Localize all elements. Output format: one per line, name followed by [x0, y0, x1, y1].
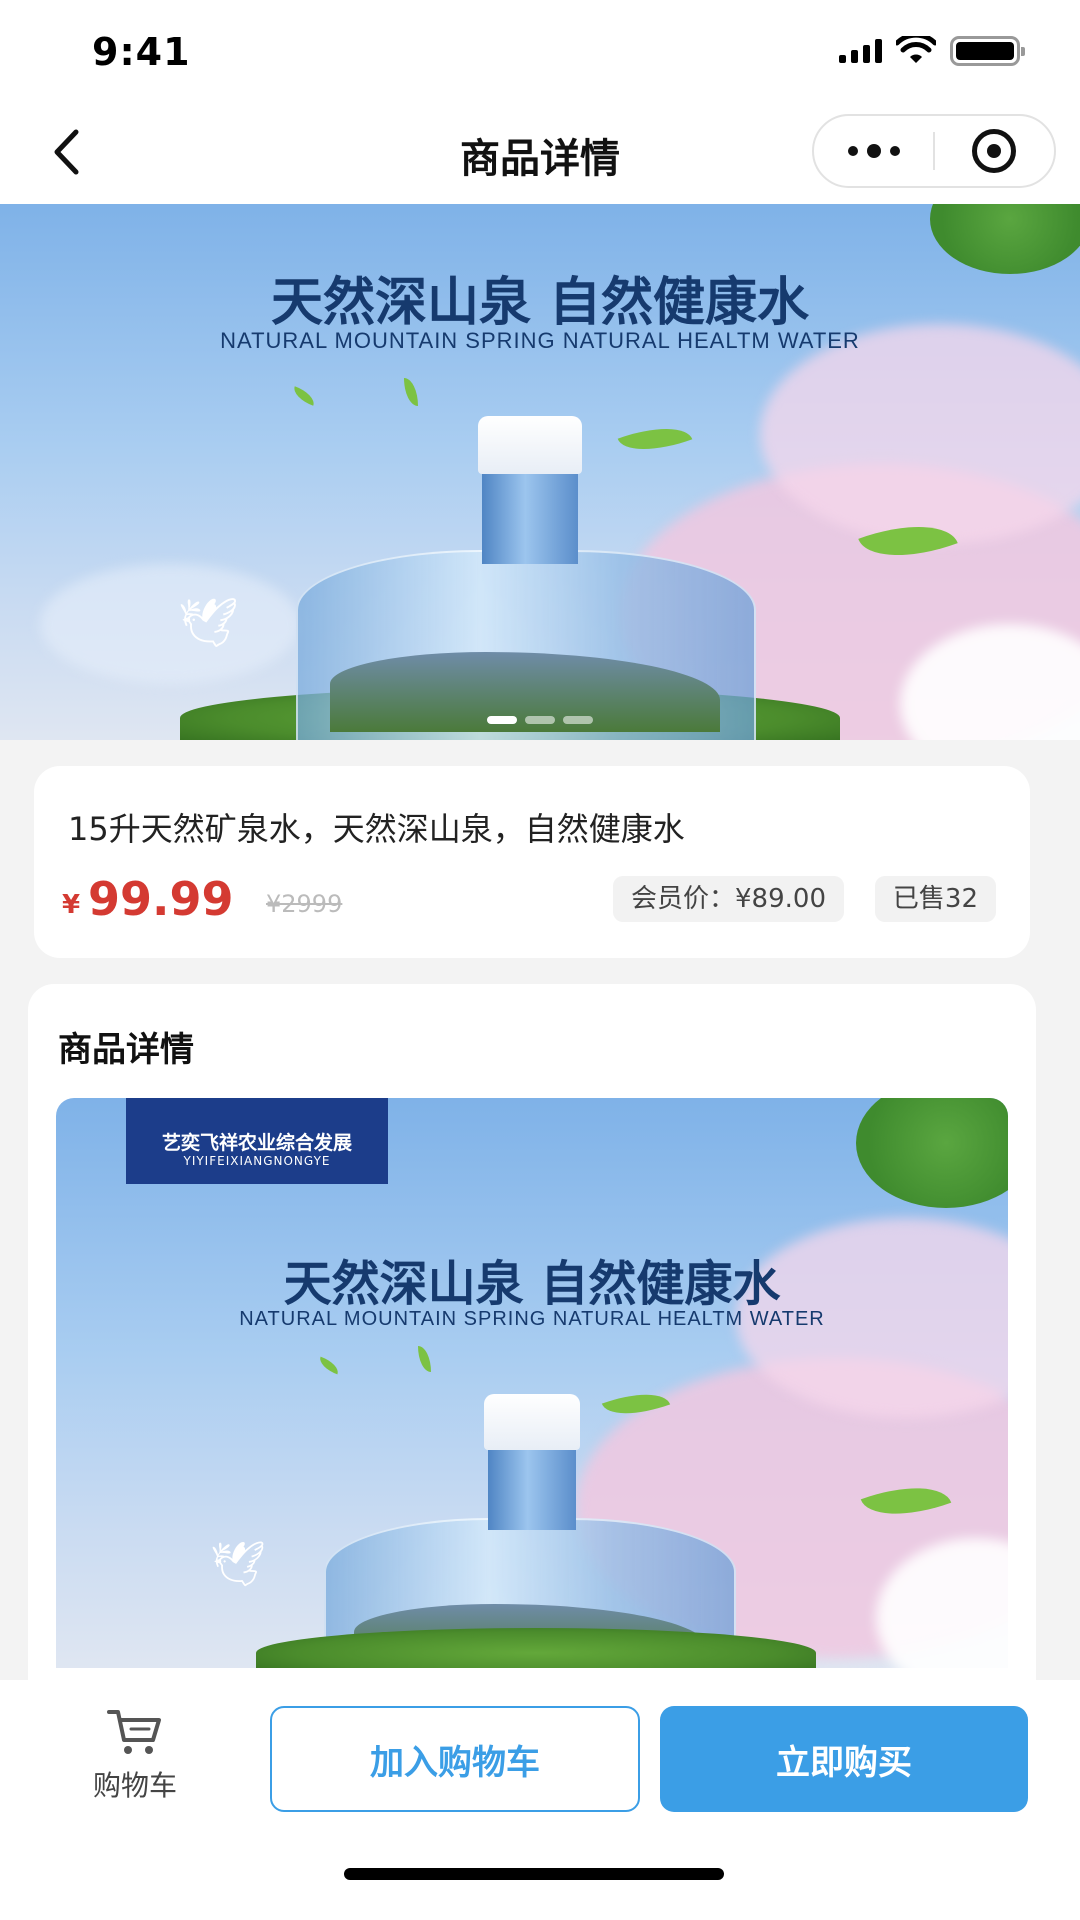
buy-now-button[interactable]: 立即购买 [660, 1706, 1028, 1812]
detail-subline: NATURAL MOUNTAIN SPRING NATURAL HEALTM W… [239, 1308, 825, 1330]
price-row: ¥ 99.99 ¥2999 会员价：¥89.00 已售32 [62, 872, 996, 928]
dove-icon: 🕊 [178, 595, 239, 651]
carousel-dot [487, 716, 517, 724]
product-detail-page: 9:41 商品详情 天然深山泉 自然健康水 NATURAL MOUNTAIN S… [0, 0, 1080, 1920]
battery-icon [950, 36, 1025, 66]
wifi-icon [896, 36, 936, 63]
detail-headline: 天然深山泉 自然健康水 [283, 1256, 781, 1312]
status-icons [839, 36, 1025, 66]
price-currency: ¥ [62, 890, 81, 920]
carousel-indicator [0, 716, 1080, 724]
home-indicator [344, 1868, 724, 1880]
navigation-bar: 商品详情 [0, 100, 1080, 204]
original-price: ¥2999 [266, 890, 343, 918]
product-image-carousel[interactable]: 天然深山泉 自然健康水 NATURAL MOUNTAIN SPRING NATU… [0, 204, 1080, 740]
product-title: 15升天然矿泉水，天然深山泉，自然健康水 [68, 810, 685, 848]
add-to-cart-button[interactable]: 加入购物车 [270, 1706, 640, 1812]
shopping-cart-icon [107, 1710, 161, 1754]
mini-program-capsule [812, 114, 1056, 188]
detail-image: 艺奕飞祥农业综合发展 YIYIFEIXIANGNONGYE 天然深山泉 自然健康… [56, 1098, 1008, 1668]
carousel-dot [563, 716, 593, 724]
banner-headline: 天然深山泉 自然健康水 [270, 272, 810, 333]
sold-count-badge: 已售32 [874, 876, 996, 922]
more-menu-button[interactable] [814, 116, 933, 186]
cellular-signal-icon [839, 39, 882, 63]
detail-heading: 商品详情 [58, 1030, 194, 1070]
close-mini-program-button[interactable] [935, 116, 1054, 186]
status-bar: 9:41 [0, 0, 1080, 100]
more-dots-icon [847, 146, 858, 156]
member-price-badge: 会员价：¥89.00 [613, 876, 844, 922]
carousel-dot [525, 716, 555, 724]
product-info-card: 15升天然矿泉水，天然深山泉，自然健康水 ¥ 99.99 ¥2999 会员价：¥… [34, 766, 1030, 958]
bottom-action-bar: 购物车 加入购物车 立即购买 [0, 1680, 1080, 1920]
cart-label: 购物车 [92, 1769, 177, 1802]
cart-button[interactable]: 购物车 [80, 1706, 190, 1810]
sale-price: 99.99 [88, 872, 234, 926]
banner-image: 天然深山泉 自然健康水 NATURAL MOUNTAIN SPRING NATU… [0, 204, 1080, 740]
banner-subline: NATURAL MOUNTAIN SPRING NATURAL HEALTM W… [220, 328, 860, 353]
dove-icon: 🕊 [210, 1539, 266, 1590]
target-close-icon [972, 129, 1017, 173]
status-time: 9:41 [92, 30, 191, 74]
brand-logo: 艺奕飞祥农业综合发展 YIYIFEIXIANGNONGYE [126, 1098, 388, 1184]
